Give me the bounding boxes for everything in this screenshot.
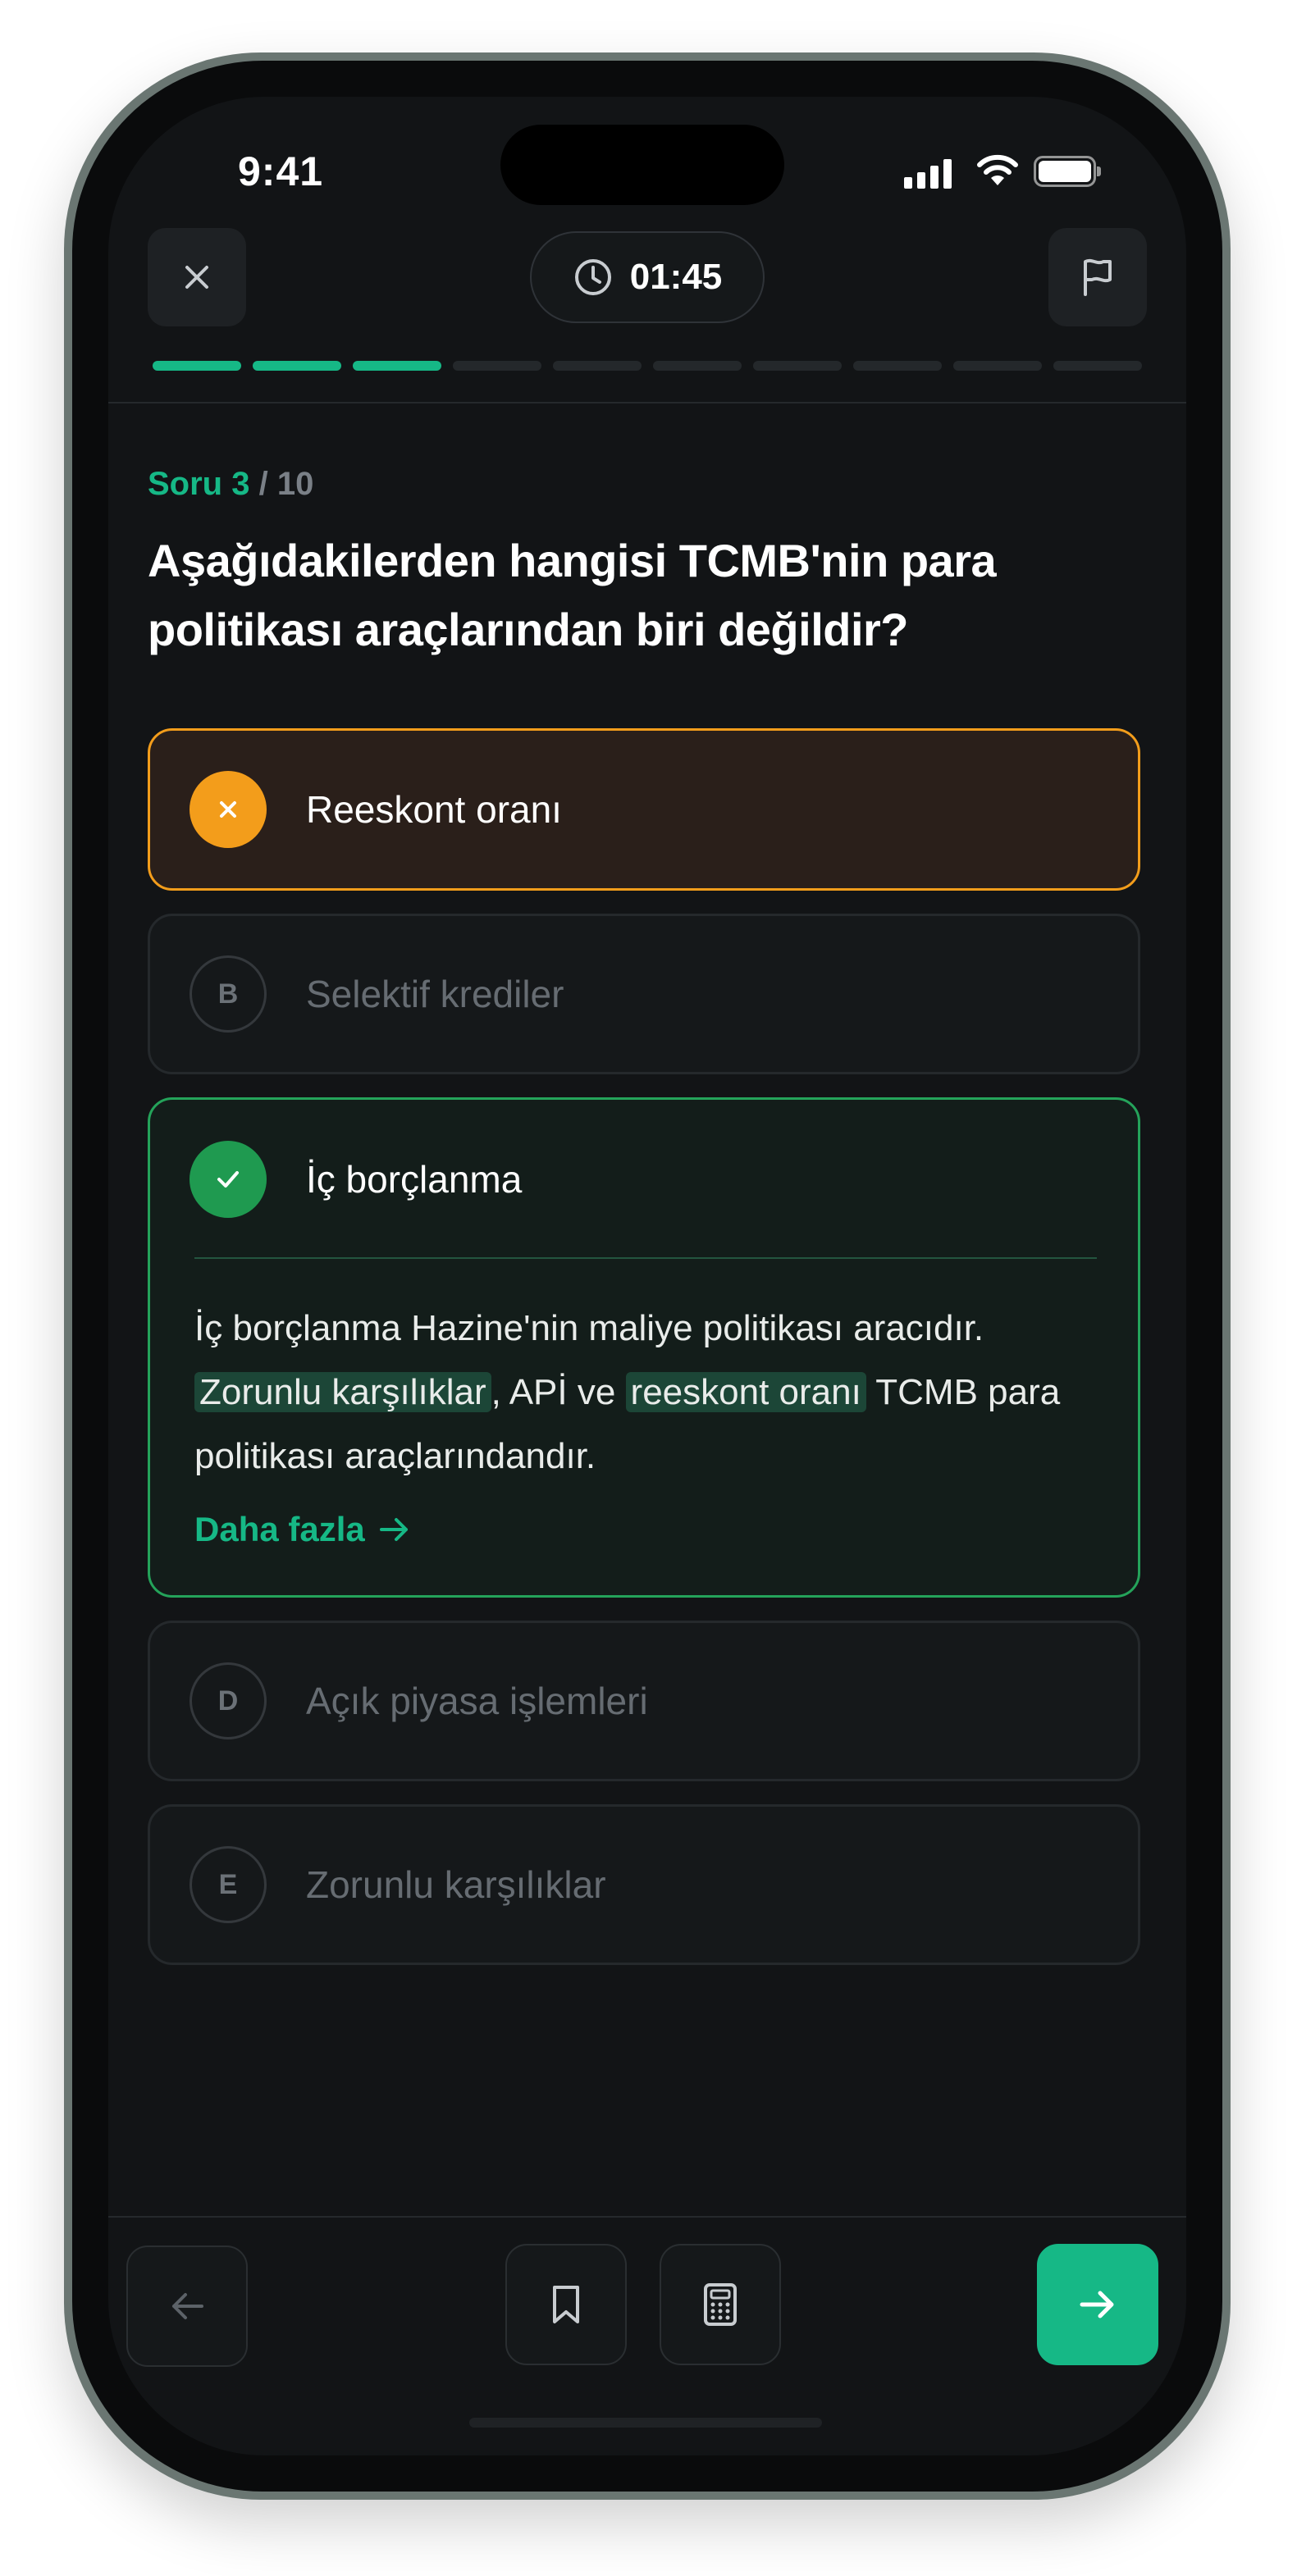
previous-button[interactable] (126, 2245, 248, 2367)
home-indicator (469, 2418, 822, 2428)
progress-segment (1053, 361, 1142, 371)
app-screen: 9:41 01:45 Soru 3 / 10 Aşağıdakilerden h… (108, 97, 1186, 2455)
calculator-icon (704, 2283, 737, 2326)
status-time: 9:41 (238, 148, 324, 194)
progress-segment (953, 361, 1042, 371)
progress-segment (253, 361, 341, 371)
more-link[interactable]: Daha fazla (194, 1510, 411, 1549)
option-e-label: Zorunlu karşılıklar (306, 1863, 606, 1906)
option-b-label: Selektif krediler (306, 973, 564, 1015)
explanation-line-1: İç borçlanma Hazine'nin maliye politikas… (194, 1308, 984, 1348)
close-icon (220, 801, 236, 818)
calculator-button[interactable] (660, 2244, 781, 2365)
progress-segment (353, 361, 441, 371)
more-link-label: Daha fazla (194, 1510, 365, 1548)
footer-divider (108, 2216, 1186, 2218)
timer-value: 01:45 (629, 257, 723, 297)
cellular-signal-icon (904, 159, 952, 189)
option-b[interactable]: B Selektif krediler (148, 914, 1140, 1074)
option-d[interactable]: D Açık piyasa işlemleri (148, 1621, 1140, 1781)
flag-button[interactable] (1048, 228, 1147, 326)
option-a-label: Reeskont oranı (306, 788, 562, 831)
progress-segment (653, 361, 742, 371)
explanation-text: İç borçlanma Hazine'nin maliye politikas… (194, 1297, 1105, 1489)
option-d-label: Açık piyasa işlemleri (306, 1680, 648, 1722)
arrow-right-icon (1080, 2291, 1114, 2318)
question-counter: Soru 3 / 10 (148, 466, 313, 503)
header-divider (108, 402, 1186, 403)
explanation-highlight-2: reeskont oranı (625, 1372, 866, 1412)
question-counter-total: / 10 (249, 466, 314, 502)
progress-segment (153, 361, 241, 371)
progress-segment (553, 361, 642, 371)
option-a[interactable]: Reeskont oranı (148, 728, 1140, 891)
arrow-left-icon (172, 2293, 203, 2319)
option-e-letter: E (190, 1846, 267, 1923)
flag-icon (1084, 258, 1112, 296)
option-c[interactable]: İç borçlanma İç borçlanma Hazine'nin mal… (148, 1097, 1140, 1598)
close-button[interactable] (148, 228, 246, 326)
bookmark-icon (553, 2286, 579, 2323)
explanation-mid: , APİ ve (491, 1372, 626, 1412)
battery-icon (1034, 156, 1101, 187)
close-icon (185, 266, 208, 289)
option-a-badge (190, 771, 267, 848)
clock-icon (574, 259, 611, 295)
progress-segment (753, 361, 842, 371)
arrow-right-icon (379, 1518, 408, 1541)
wifi-icon (977, 154, 1018, 185)
question-text: Aşağıdakilerden hangisi TCMB'nin para po… (148, 535, 997, 655)
option-c-label: İç borçlanma (306, 1158, 523, 1201)
explanation-divider (194, 1257, 1097, 1259)
checkmark-icon (217, 1171, 239, 1188)
next-button[interactable] (1037, 2244, 1158, 2365)
progress-segment (453, 361, 541, 371)
timer: 01:45 (530, 231, 765, 323)
question-counter-current: Soru 3 (148, 466, 250, 502)
option-c-badge (190, 1141, 267, 1218)
explanation-highlight-1: Zorunlu karşılıklar (194, 1372, 491, 1412)
option-b-letter: B (190, 955, 267, 1033)
bookmark-button[interactable] (505, 2244, 627, 2365)
option-e[interactable]: E Zorunlu karşılıklar (148, 1804, 1140, 1965)
option-d-letter: D (190, 1662, 267, 1739)
question-progress (153, 361, 1142, 371)
progress-segment (853, 361, 942, 371)
dynamic-island (500, 125, 784, 205)
